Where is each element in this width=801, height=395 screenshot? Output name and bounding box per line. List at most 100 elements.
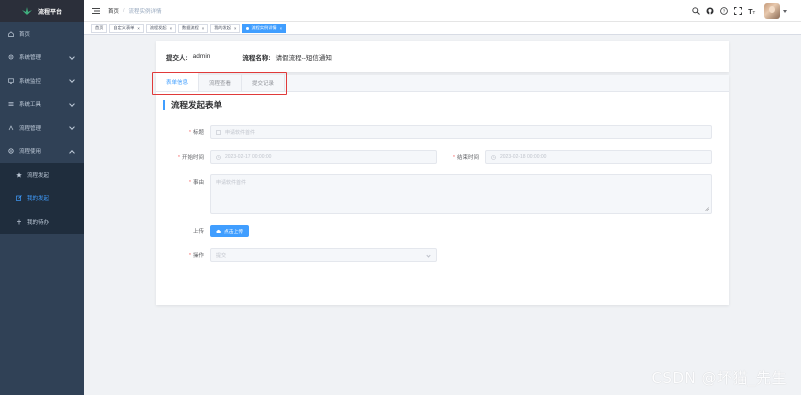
sidebar-item-label: 我的发起 — [27, 196, 50, 203]
tools-icon — [8, 102, 14, 107]
edit-icon — [16, 195, 22, 202]
help-icon[interactable]: ? — [720, 7, 728, 15]
required-mark: * — [188, 180, 191, 186]
form-label-end: * 结束时间 — [437, 153, 485, 161]
tab-flow-view[interactable]: 流程查看 — [199, 74, 243, 91]
process-name-label: 流程名称: — [242, 54, 271, 62]
action-select[interactable]: 提交 — [210, 248, 437, 262]
sidebar-item-start-flow[interactable]: 流程发起 — [0, 163, 84, 187]
submenu-flow-use: 流程发起 我的发起 我的待办 — [0, 163, 84, 234]
chevron-down-icon — [69, 124, 75, 130]
sidebar-item-monitor[interactable]: 系统监控 — [0, 69, 84, 93]
title-label: 标题 — [192, 130, 204, 136]
breadcrumb-current: 流程实例详情 — [128, 8, 162, 15]
form-label-upload: 上传 — [156, 227, 210, 235]
breadcrumb-home[interactable]: 首页 — [108, 7, 119, 15]
breadcrumb: 首页 / 流程实例详情 — [108, 7, 162, 15]
form-row-title: * 标题 申请软件首件 — [156, 125, 712, 139]
tag-custom-form[interactable]: 自定义表单 × — [109, 23, 144, 33]
tags-view: 首页 自定义表单 × 流程发起 × 数据流程 × 我的发起 × 流程实例详情 × — [84, 22, 801, 35]
title-input[interactable]: 申请软件首件 — [210, 125, 712, 139]
hamburger-icon[interactable] — [92, 7, 100, 14]
sidebar-item-flow-use[interactable]: 流程使用 — [0, 140, 84, 164]
sidebar-item-tools[interactable]: 系统工具 — [0, 93, 84, 117]
start-time-value: 2023-02-17 00:00:00 — [225, 154, 272, 160]
svg-text:T: T — [753, 10, 756, 15]
reason-placeholder: 申请软件首件 — [216, 180, 247, 186]
tag-label: 我的发起 — [214, 25, 231, 30]
clock-icon — [216, 154, 221, 160]
sidebar-item-label: 流程使用 — [19, 149, 42, 156]
required-mark: * — [188, 253, 191, 259]
form-label-title: * 标题 — [156, 128, 210, 136]
avatar[interactable] — [764, 3, 780, 19]
sidebar-item-system[interactable]: 系统管理 — [0, 46, 84, 70]
tag-home[interactable]: 首页 — [91, 23, 108, 33]
clock-icon — [491, 154, 496, 160]
tag-label: 流程发起 — [149, 25, 167, 30]
font-size-icon[interactable]: TT — [748, 7, 756, 15]
upload-cloud-icon — [216, 229, 221, 233]
form-label-action: * 操作 — [156, 251, 210, 259]
search-icon[interactable] — [692, 7, 700, 15]
watermark: CSDN @坏猫_先生 — [651, 369, 787, 387]
sidebar-item-label: 系统监控 — [19, 78, 42, 85]
end-time-input[interactable]: 2023-02-18 00:00:00 — [485, 150, 712, 164]
sidebar: 流程平台 首页 系统管理 系统监控 系统工具 流程管理 流程使用 流程发起 我的… — [0, 0, 84, 395]
chevron-down-icon — [69, 53, 75, 60]
chevron-down-icon — [69, 100, 75, 107]
tag-label: 自定义表单 — [113, 25, 135, 30]
chevron-down-icon — [69, 77, 75, 83]
tag-label: 数据流程 — [182, 25, 199, 30]
form-row-action: * 操作 提交 — [156, 248, 437, 262]
submitter-label: 提交人: — [166, 54, 188, 62]
logo[interactable]: 流程平台 — [0, 0, 84, 22]
resize-handle-icon[interactable] — [705, 207, 709, 211]
flow-icon — [8, 124, 14, 130]
svg-text:?: ? — [723, 9, 726, 14]
tab-submit-record[interactable]: 提交记录 — [242, 74, 286, 91]
close-icon[interactable]: × — [202, 26, 204, 31]
sidebar-item-my-todo[interactable]: 我的待办 — [0, 210, 84, 234]
chevron-down-icon — [426, 253, 431, 258]
tabs-card: 表单信息 流程查看 提交记录 流程发起表单 * 标题 申请软件首件 * 开始时间 2… — [152, 72, 729, 305]
sidebar-item-flow-manage[interactable]: 流程管理 — [0, 116, 84, 140]
tag-data-flow[interactable]: 数据流程 × — [178, 23, 209, 33]
sidebar-item-label: 流程发起 — [27, 172, 50, 179]
close-icon[interactable]: × — [170, 26, 172, 31]
sidebar-item-my-started[interactable]: 我的发起 — [0, 187, 84, 211]
sidebar-item-label: 系统管理 — [19, 55, 42, 62]
close-icon[interactable]: × — [137, 26, 139, 31]
sidebar-item-home[interactable]: 首页 — [0, 22, 84, 46]
tag-start-flow[interactable]: 流程发起 × — [145, 23, 177, 33]
upload-button-label: 点击上传 — [224, 229, 244, 235]
app-title: 流程平台 — [38, 9, 63, 16]
document-icon — [216, 129, 221, 135]
reason-textarea[interactable]: 申请软件首件 — [210, 174, 712, 214]
tab-form-info[interactable]: 表单信息 — [156, 73, 200, 91]
start-time-input[interactable]: 2023-02-17 00:00:00 — [210, 150, 437, 164]
tag-label: 首页 — [95, 25, 104, 30]
close-icon[interactable]: × — [234, 26, 236, 31]
action-label: 操作 — [192, 253, 204, 259]
required-mark: * — [452, 155, 455, 161]
end-time-value: 2023-02-18 00:00:00 — [500, 154, 547, 160]
fullscreen-icon[interactable] — [734, 7, 742, 15]
caret-down-icon[interactable] — [783, 9, 787, 13]
main-content: 提交人: admin 流程名称: 请假流程--短信通知 表单信息 流程查看 提交… — [84, 35, 801, 395]
action-value: 提交 — [216, 252, 227, 259]
home-icon — [8, 31, 14, 37]
navbar: 首页 / 流程实例详情 ? TT — [84, 0, 801, 22]
info-card: 提交人: admin 流程名称: 请假流程--短信通知 — [156, 41, 729, 72]
github-icon[interactable] — [706, 7, 714, 15]
tag-instance-detail[interactable]: 流程实例详情 × — [242, 23, 287, 33]
close-icon[interactable]: × — [280, 26, 282, 31]
required-mark: * — [177, 155, 180, 161]
chevron-up-icon — [69, 149, 75, 156]
star-icon — [16, 172, 22, 178]
title-placeholder: 申请软件首件 — [225, 129, 256, 136]
upload-button[interactable]: 点击上传 — [210, 225, 250, 237]
tag-my-started[interactable]: 我的发起 × — [210, 23, 241, 33]
form-row-reason: * 事由 申请软件首件 — [156, 174, 712, 214]
form-title: 流程发起表单 — [163, 100, 222, 110]
